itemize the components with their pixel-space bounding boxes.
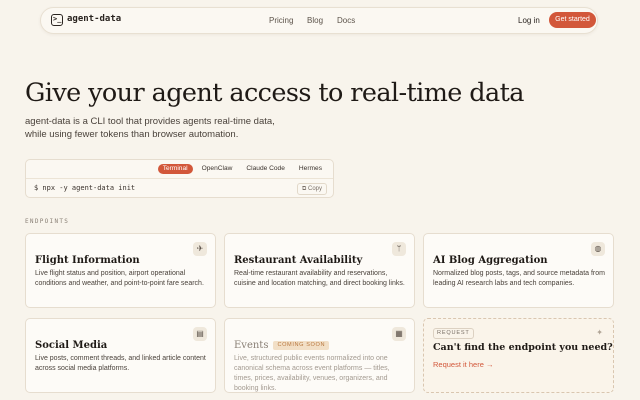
get-started-button[interactable]: Get started: [549, 12, 596, 28]
nav-link-docs[interactable]: Docs: [337, 16, 355, 25]
top-nav: >_ agent-data Pricing Blog Docs Log in G…: [40, 7, 598, 34]
tab-openclaw[interactable]: OpenClaw: [197, 164, 238, 174]
card-description: Normalized blog posts, tags, and source …: [433, 270, 605, 287]
card-title: Restaurant Availability: [234, 255, 363, 266]
card-title: Flight Information: [35, 255, 140, 266]
card-description: Live, structured public events normalize…: [234, 355, 390, 392]
request-label: REQUEST: [433, 328, 474, 339]
endpoint-card-events[interactable]: ▦ Events COMING SOON Live, structured pub…: [224, 318, 415, 393]
coming-soon-badge: COMING SOON: [273, 341, 330, 350]
hero-subtitle-line-1: agent-data is a CLI tool that provides a…: [25, 116, 275, 127]
nav-link-blog[interactable]: Blog: [307, 16, 323, 25]
plane-icon: ✈: [193, 242, 207, 256]
card-description: Live flight status and position, airport…: [35, 270, 204, 287]
login-link[interactable]: Log in: [518, 16, 540, 25]
hero-subtitle: agent-data is a CLI tool that provides a…: [25, 115, 325, 141]
card-title: AI Blog Aggregation: [433, 255, 548, 266]
tab-claude-code[interactable]: Claude Code: [241, 164, 290, 174]
card-title-text: Events: [234, 340, 269, 351]
globe-icon: ◍: [591, 242, 605, 256]
chat-icon: ▤: [193, 327, 207, 341]
sparkle-icon: ✦: [596, 328, 603, 337]
endpoint-card-restaurant[interactable]: ᛘ Restaurant Availability Real-time rest…: [224, 233, 415, 308]
endpoint-card-ai-blog[interactable]: ◍ AI Blog Aggregation Normalized blog po…: [423, 233, 614, 308]
endpoint-card-social-media[interactable]: ▤ Social Media Live posts, comment threa…: [25, 318, 216, 393]
hero-title: Give your agent access to real-time data: [25, 78, 524, 108]
section-label: ENDPOINTS: [25, 218, 70, 225]
card-description: Live posts, comment threads, and linked …: [35, 355, 206, 372]
terminal-logo-icon[interactable]: >_: [51, 14, 63, 26]
card-title: Social Media: [35, 340, 108, 351]
install-tabs: Terminal OpenClaw Claude Code Hermes: [157, 164, 327, 174]
brand-name[interactable]: agent-data: [67, 14, 121, 24]
utensils-icon: ᛘ: [392, 242, 406, 256]
install-command-box: Terminal OpenClaw Claude Code Hermes $ n…: [25, 159, 334, 198]
request-endpoint-card[interactable]: REQUEST ✦ Can't find the endpoint you ne…: [423, 318, 614, 393]
card-title: Events COMING SOON: [234, 340, 330, 351]
hero-subtitle-line-2: while using fewer tokens than browser au…: [25, 129, 239, 140]
card-description: Real-time restaurant availability and re…: [234, 270, 405, 287]
install-command: $ npx -y agent-data init: [34, 184, 136, 192]
nav-link-pricing[interactable]: Pricing: [269, 16, 293, 25]
calendar-icon: ▦: [392, 327, 406, 341]
request-link[interactable]: Request it here →: [433, 360, 493, 369]
endpoint-card-flight[interactable]: ✈ Flight Information Live flight status …: [25, 233, 216, 308]
copy-label: Copy: [307, 186, 322, 192]
copy-icon: ⧉: [302, 186, 307, 192]
tab-hermes[interactable]: Hermes: [294, 164, 327, 174]
divider: [26, 178, 333, 179]
copy-button[interactable]: ⧉ Copy: [297, 183, 327, 195]
request-title: Can't find the endpoint you need?: [433, 342, 613, 353]
tab-terminal[interactable]: Terminal: [157, 164, 193, 174]
